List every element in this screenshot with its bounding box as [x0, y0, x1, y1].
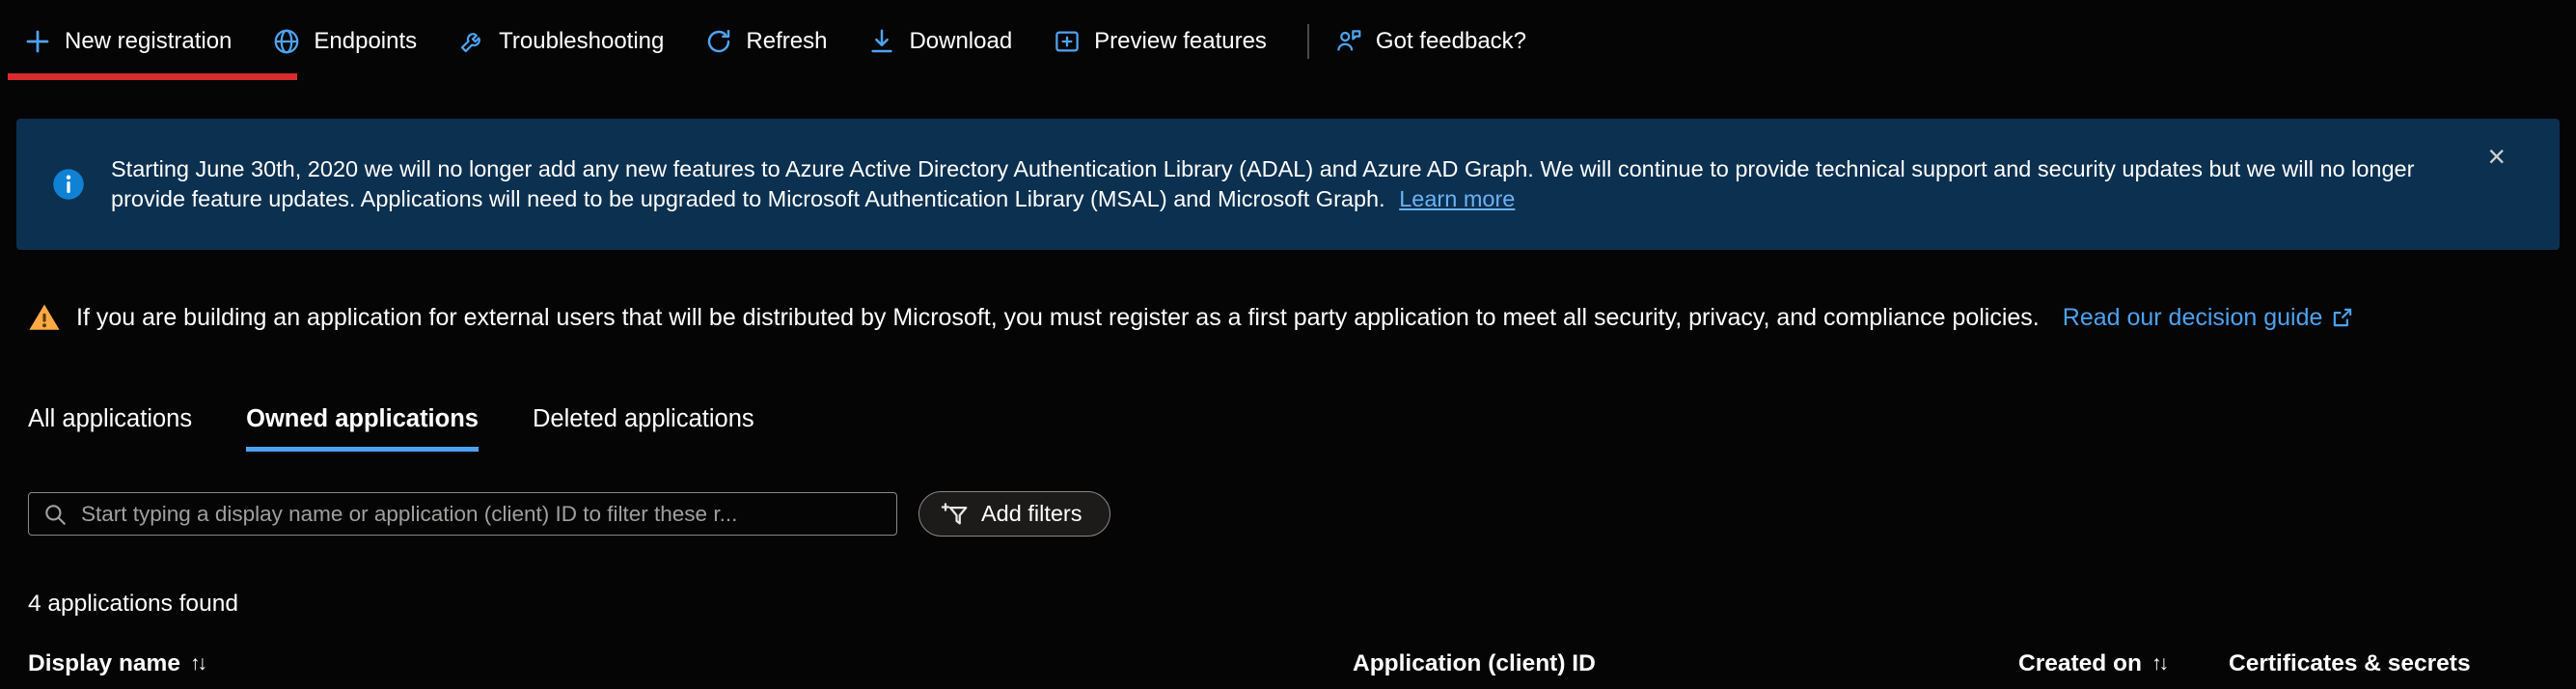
app-registrations-page: New registration Endpoints Troubleshooti…	[0, 0, 2576, 689]
banner-text: Starting June 30th, 2020 we will no long…	[111, 154, 2436, 214]
tab-owned-applications[interactable]: Owned applications	[246, 405, 479, 452]
decision-guide-label: Read our decision guide	[2063, 304, 2323, 332]
plus-icon	[23, 27, 52, 56]
preview-features-icon	[1053, 27, 1082, 56]
external-link-icon	[2330, 305, 2355, 330]
column-created-on[interactable]: Created on ↑↓	[2018, 650, 2166, 677]
first-party-warning: If you are building an application for e…	[28, 301, 2355, 334]
preview-features-button[interactable]: Preview features	[1053, 27, 1267, 56]
search-icon	[42, 502, 68, 527]
applications-table-header: Display name ↑↓ Application (client) ID …	[28, 650, 2548, 689]
add-filters-button[interactable]: Add filters	[918, 491, 1110, 537]
column-certificates-secrets: Certificates & secrets	[2229, 650, 2471, 677]
decision-guide-link[interactable]: Read our decision guide	[2063, 304, 2356, 332]
search-box	[28, 492, 897, 536]
learn-more-link[interactable]: Learn more	[1399, 186, 1515, 211]
warning-icon	[28, 301, 61, 334]
add-filters-label: Add filters	[981, 501, 1082, 527]
applications-tabs: All applications Owned applications Dele…	[28, 405, 754, 452]
preview-features-label: Preview features	[1094, 28, 1267, 55]
new-registration-button[interactable]: New registration	[23, 27, 232, 56]
warning-message: If you are building an application for e…	[76, 304, 2040, 332]
banner-message: Starting June 30th, 2020 we will no long…	[111, 156, 2414, 211]
sort-icon: ↑↓	[2151, 652, 2166, 675]
close-icon[interactable]: ×	[2481, 140, 2511, 173]
column-display-name-label: Display name	[28, 650, 180, 677]
wrench-icon	[457, 27, 486, 56]
endpoints-label: Endpoints	[314, 28, 417, 55]
sort-icon: ↑↓	[190, 652, 205, 675]
got-feedback-label: Got feedback?	[1376, 28, 1526, 55]
download-icon	[867, 27, 896, 56]
column-application-client-id: Application (client) ID	[1353, 650, 1596, 677]
new-registration-label: New registration	[65, 28, 232, 55]
refresh-button[interactable]: Refresh	[704, 27, 827, 56]
deprecation-info-banner: Starting June 30th, 2020 we will no long…	[16, 119, 2560, 250]
info-icon	[51, 167, 86, 202]
tab-deleted-applications[interactable]: Deleted applications	[533, 405, 754, 452]
column-created-on-label: Created on	[2018, 650, 2142, 677]
troubleshooting-label: Troubleshooting	[499, 28, 664, 55]
tab-all-applications[interactable]: All applications	[28, 405, 192, 452]
filter-row: Add filters	[28, 491, 1110, 537]
refresh-icon	[704, 27, 733, 56]
filter-plus-icon	[941, 500, 970, 529]
feedback-icon	[1334, 27, 1363, 56]
applications-count: 4 applications found	[28, 591, 238, 618]
troubleshooting-button[interactable]: Troubleshooting	[457, 27, 664, 56]
refresh-label: Refresh	[746, 28, 827, 55]
command-toolbar: New registration Endpoints Troubleshooti…	[0, 0, 2576, 83]
highlight-underline	[8, 73, 297, 80]
endpoints-button[interactable]: Endpoints	[272, 27, 417, 56]
globe-icon	[272, 27, 301, 56]
download-button[interactable]: Download	[867, 27, 1012, 56]
toolbar-separator	[1307, 24, 1309, 59]
column-display-name[interactable]: Display name ↑↓	[28, 650, 205, 677]
got-feedback-button[interactable]: Got feedback?	[1334, 27, 1526, 56]
download-label: Download	[909, 28, 1012, 55]
column-application-client-id-label: Application (client) ID	[1353, 650, 1596, 677]
search-input[interactable]	[79, 501, 883, 528]
column-certificates-secrets-label: Certificates & secrets	[2229, 650, 2471, 677]
